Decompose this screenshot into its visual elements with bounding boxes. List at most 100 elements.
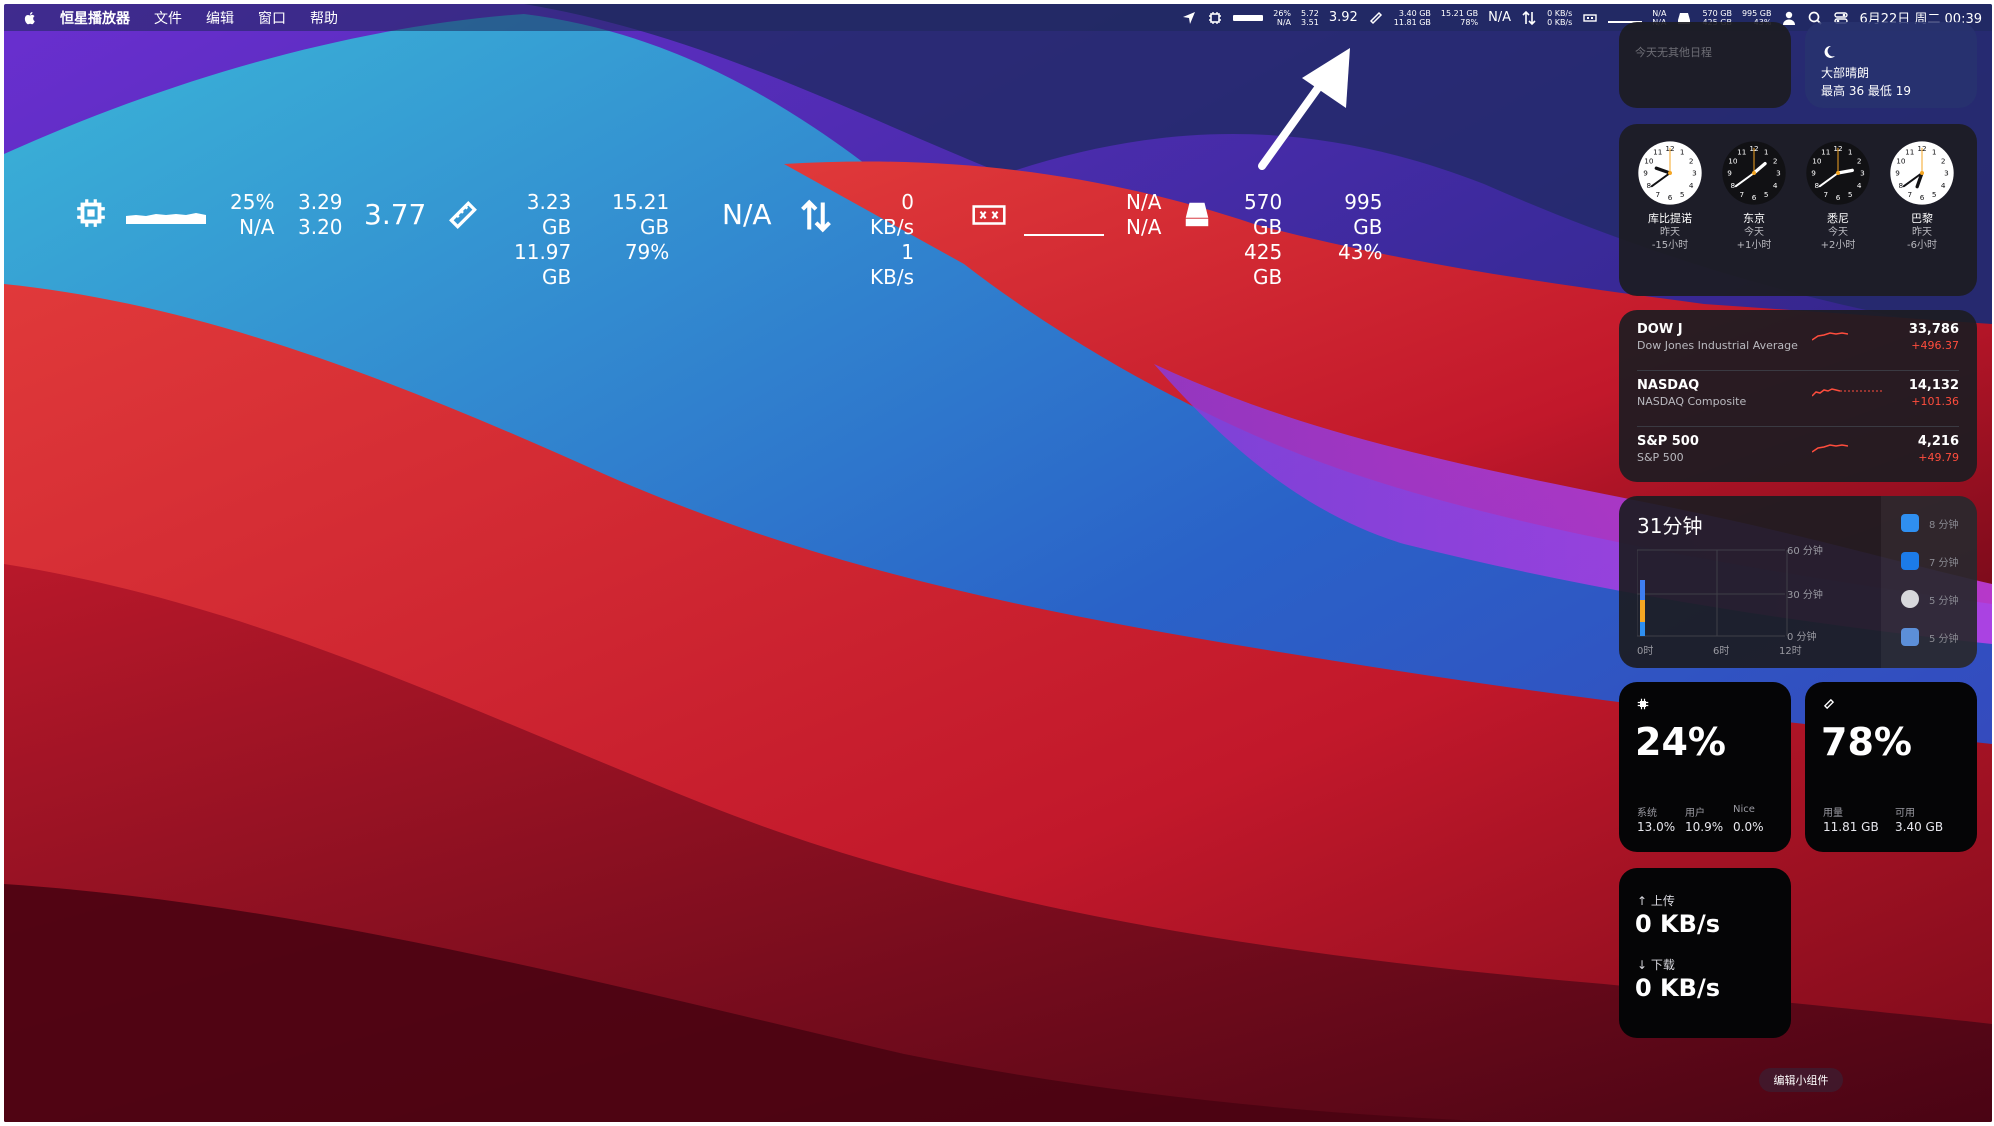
network-arrows-icon[interactable] bbox=[1521, 10, 1537, 26]
stock-change: +496.37 bbox=[1911, 339, 1959, 352]
analog-clock-icon: 12 1234567891011 bbox=[1638, 141, 1702, 205]
cpu-icon bbox=[1637, 698, 1649, 710]
cpu-label-user: 用户 bbox=[1685, 808, 1705, 819]
network-stat: 0 KB/s 1 KB/s bbox=[870, 190, 914, 289]
calendar-widget[interactable]: 今天无其他日程 bbox=[1619, 22, 1791, 108]
menu-window[interactable]: 窗口 bbox=[246, 4, 298, 31]
clock-numeral: 9 bbox=[1895, 169, 1900, 178]
cpu-widget-value: 24% bbox=[1635, 720, 1726, 764]
app-usage-row[interactable]: 5 分钟 bbox=[1901, 628, 1959, 646]
app-usage-row[interactable]: 7 分钟 bbox=[1901, 552, 1959, 570]
x-tick-0: 0时 bbox=[1637, 645, 1653, 657]
menubar-load-single[interactable]: 3.92 bbox=[1329, 10, 1358, 25]
clock-numeral: 3 bbox=[1776, 169, 1781, 178]
clock-numeral: 5 bbox=[1680, 190, 1685, 199]
memory-total-stat: 15.21 GB 79% bbox=[612, 190, 670, 264]
stock-value: 4,216 bbox=[1917, 434, 1959, 449]
clock-city: 东京 bbox=[1743, 212, 1765, 225]
app-usage-row[interactable]: 8 分钟 bbox=[1901, 514, 1959, 532]
clock-numeral: 2 bbox=[1689, 156, 1694, 165]
menubar-network[interactable]: 0 KB/s 0 KB/s bbox=[1547, 9, 1572, 27]
menu-file[interactable]: 文件 bbox=[142, 4, 194, 31]
download-label: 下载 bbox=[1650, 958, 1675, 972]
weather-range: 最高 36 最低 19 bbox=[1821, 84, 1911, 98]
memory-icon[interactable] bbox=[1368, 10, 1384, 26]
screen-time-widget[interactable]: 31分钟 60 分钟 30 分钟 0 分钟 0时 6时 12时 8 分钟 7 分… bbox=[1619, 496, 1977, 668]
clock-day: 昨天 bbox=[1912, 227, 1932, 238]
weather-widget[interactable]: 大部晴朗 最高 36 最低 19 bbox=[1805, 22, 1977, 108]
clock-city: 巴黎 bbox=[1911, 212, 1933, 225]
stock-row-sp500[interactable]: S&P 500 S&P 500 4,216 +49.79 bbox=[1637, 426, 1959, 482]
cpu-icon[interactable] bbox=[1207, 10, 1223, 26]
y-tick-60: 60 分钟 bbox=[1787, 544, 1823, 557]
upload-label: 上传 bbox=[1650, 894, 1675, 908]
location-icon[interactable] bbox=[1181, 10, 1197, 26]
clock-numeral: 10 bbox=[1896, 156, 1906, 165]
memory-widget[interactable]: 78% 用量 可用 11.81 GB 3.40 GB bbox=[1805, 682, 1977, 852]
clock-numeral: 3 bbox=[1944, 169, 1949, 178]
clock-offset: -6小时 bbox=[1907, 240, 1937, 251]
cpu-usage-stat: 25% N/A bbox=[230, 190, 275, 239]
stock-value: 14,132 bbox=[1908, 378, 1959, 393]
cpu-widget[interactable]: 24% 系统 用户 Nice 13.0% 10.9% 0.0% bbox=[1619, 682, 1791, 852]
network-widget[interactable]: ↑ 上传 0 KB/s ↓ 下载 0 KB/s bbox=[1619, 868, 1791, 1038]
analog-clock-icon: 12 1234567891011 bbox=[1722, 141, 1786, 205]
stock-symbol: NASDAQ bbox=[1637, 378, 1700, 393]
clock-numeral: 6 bbox=[1920, 193, 1925, 202]
clock-day: 昨天 bbox=[1660, 227, 1680, 238]
menu-edit[interactable]: 编辑 bbox=[194, 4, 246, 31]
world-clock-widget[interactable]: 12 1 2 3 4 5 6 7 8 9 10 11 库比提诺 昨天 -15小时 12 1 2 3 4 5 6 7 8 9 10 1… bbox=[1619, 124, 1977, 296]
menubar-memory[interactable]: 3.40 GB 11.81 GB bbox=[1394, 9, 1431, 27]
clock-caption: 悉尼 今天 +2小时 bbox=[1796, 212, 1880, 252]
stock-row-dow[interactable]: DOW J Dow Jones Industrial Average 33,78… bbox=[1637, 314, 1959, 370]
stock-row-nasdaq[interactable]: NASDAQ NASDAQ Composite 14,132 +101.36 bbox=[1637, 370, 1959, 426]
clock-numeral: 8 bbox=[1815, 181, 1820, 190]
clock-numeral: 11 bbox=[1821, 147, 1830, 156]
x-tick-6: 6时 bbox=[1713, 645, 1729, 657]
menu-help[interactable]: 帮助 bbox=[298, 4, 350, 31]
upload-label-row: ↑ 上传 bbox=[1637, 892, 1675, 909]
clock-numeral: 8 bbox=[1647, 181, 1652, 190]
memory-value-free: 3.40 GB bbox=[1895, 820, 1944, 834]
clock-numeral: 5 bbox=[1764, 190, 1769, 199]
upload-arrow-icon: ↑ bbox=[1637, 894, 1651, 908]
cpu-mini-graph bbox=[1233, 14, 1264, 21]
app-store-icon bbox=[1901, 552, 1919, 570]
clock-numeral: 6 bbox=[1752, 193, 1757, 202]
clock-numeral: 10 bbox=[1728, 156, 1738, 165]
menubar-memory-total[interactable]: 15.21 GB 78% bbox=[1441, 9, 1478, 27]
app-usage-time: 5 分钟 bbox=[1929, 633, 1959, 645]
stock-sparkline bbox=[1812, 444, 1848, 453]
menubar-load[interactable]: 5.72 3.51 bbox=[1301, 9, 1319, 27]
memory-widget-value: 78% bbox=[1821, 720, 1912, 764]
stocks-widget[interactable]: DOW J Dow Jones Industrial Average 33,78… bbox=[1619, 310, 1977, 482]
stock-value: 33,786 bbox=[1908, 322, 1959, 337]
clock-numeral: 2 bbox=[1857, 156, 1862, 165]
calendar-empty-text: 今天无其他日程 bbox=[1635, 46, 1712, 59]
stock-sparkline bbox=[1812, 388, 1882, 397]
clock-numeral: 7 bbox=[1907, 190, 1912, 199]
menu-app-name[interactable]: 恒星播放器 bbox=[48, 4, 142, 31]
clock-numeral: 8 bbox=[1731, 181, 1736, 190]
clock-caption: 库比提诺 昨天 -15小时 bbox=[1628, 212, 1712, 252]
network-arrows-icon bbox=[801, 199, 831, 233]
clock-numeral: 4 bbox=[1773, 181, 1778, 190]
stock-sparkline bbox=[1812, 332, 1848, 341]
cpu-value-user: 10.9% bbox=[1685, 820, 1724, 834]
clock-numeral: 10 bbox=[1644, 156, 1654, 165]
user-icon[interactable] bbox=[1781, 10, 1797, 26]
edit-widgets-button[interactable]: 编辑小组件 bbox=[1759, 1068, 1843, 1092]
menubar-cpu-usage[interactable]: 26% N/A bbox=[1273, 9, 1291, 27]
gpu-card-icon[interactable] bbox=[1582, 10, 1598, 26]
app-usage-time: 5 分钟 bbox=[1929, 595, 1959, 607]
screen-time-apps: 8 分钟 7 分钟 5 分钟 5 分钟 bbox=[1881, 496, 1977, 668]
usage-bar bbox=[1640, 580, 1645, 600]
app-usage-row[interactable]: 5 分钟 bbox=[1901, 590, 1959, 608]
clock-numeral: 6 bbox=[1836, 193, 1841, 202]
clock-day: 今天 bbox=[1828, 227, 1848, 238]
finder-icon bbox=[1901, 628, 1919, 646]
menubar-gpu[interactable]: N/A bbox=[1488, 10, 1511, 25]
apple-menu-icon[interactable] bbox=[22, 10, 38, 26]
clock-numeral: 3 bbox=[1860, 169, 1865, 178]
memory-value-used: 11.81 GB bbox=[1823, 820, 1879, 834]
